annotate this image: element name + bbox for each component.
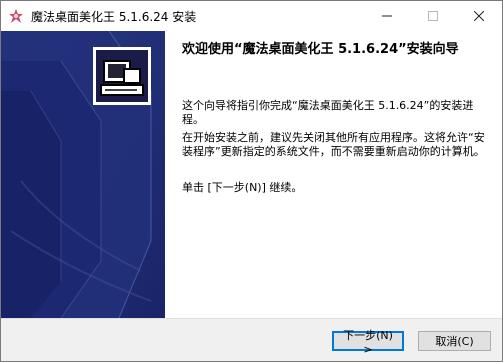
title-bar[interactable]: 魔法桌面美化王 5.1.6.24 安装 bbox=[1, 1, 502, 31]
wizard-banner bbox=[1, 31, 165, 318]
window-title: 魔法桌面美化王 5.1.6.24 安装 bbox=[31, 10, 197, 24]
minimize-button[interactable] bbox=[364, 1, 410, 31]
close-button[interactable] bbox=[456, 1, 502, 31]
welcome-title: 欢迎使用“魔法桌面美化王 5.1.6.24”安装向导 bbox=[182, 42, 459, 57]
maximize-icon bbox=[428, 11, 438, 21]
app-icon bbox=[9, 9, 23, 23]
welcome-content: 欢迎使用“魔法桌面美化王 5.1.6.24”安装向导 这个向导将指引你完成“魔法… bbox=[165, 31, 502, 318]
close-apps-paragraph: 在开始安装之前，建议先关闭其他所有应用程序。这将允许“安装程序”更新指定的系统文… bbox=[182, 131, 485, 158]
installer-window: 魔法桌面美化王 5.1.6.24 安装 欢迎使用“魔法桌面美化王 5.1.6.2… bbox=[0, 0, 503, 362]
installer-computer-icon bbox=[93, 47, 151, 105]
minimize-icon bbox=[382, 15, 392, 17]
intro-paragraph: 这个向导将指引你完成“魔法桌面美化王 5.1.6.24”的安装进程。 bbox=[182, 99, 474, 126]
continue-instruction: 单击 [下一步(N)] 继续。 bbox=[182, 181, 303, 194]
button-bar: 下一步(N) > 取消(C) bbox=[1, 318, 502, 361]
next-button[interactable]: 下一步(N) > bbox=[332, 329, 404, 356]
close-icon bbox=[474, 11, 484, 21]
cancel-button[interactable]: 取消(C) bbox=[418, 331, 491, 351]
maximize-button[interactable] bbox=[410, 1, 456, 31]
